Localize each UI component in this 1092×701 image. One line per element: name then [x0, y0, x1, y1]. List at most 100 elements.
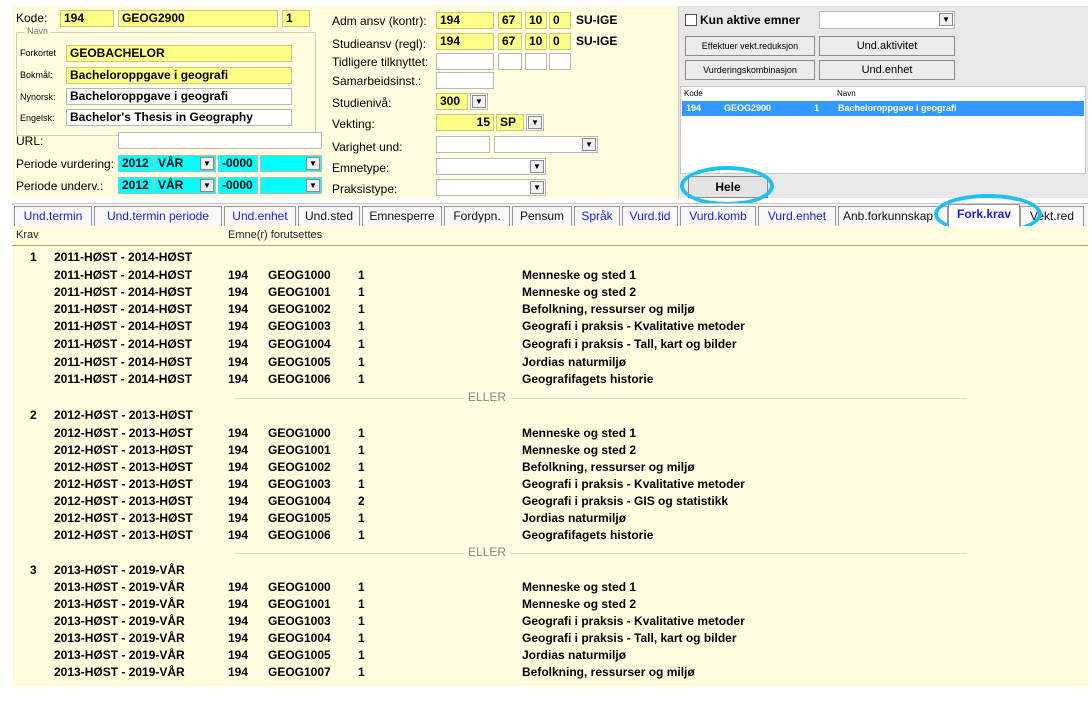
und-aktivitet-button[interactable]: Und.aktivitet [819, 36, 955, 56]
kode-emne-field[interactable]: GEOG2900 [118, 10, 278, 27]
stud-inst-field[interactable]: 194 [436, 33, 494, 50]
periode-vurdering-term-select[interactable]: VÅR ▼ [154, 155, 216, 172]
forkortet-field[interactable]: GEOBACHELOR [66, 45, 292, 62]
adm-ansv-label: Adm ansv (kontr): [332, 14, 427, 28]
chevron-down-icon: ▼ [200, 157, 214, 170]
chevron-down-icon: ▼ [582, 138, 596, 151]
und-enhet-button[interactable]: Und.enhet [819, 60, 955, 80]
tab-emnesperre[interactable]: Emnesperre [362, 206, 442, 226]
list-item-versjon: 1 [814, 103, 820, 113]
chevron-down-icon: ▼ [200, 179, 214, 192]
eller-label: ELLER [464, 390, 511, 404]
tidligere-inst2-field[interactable] [525, 53, 547, 70]
tidligere-inst-field[interactable] [436, 53, 494, 70]
bokmal-label: Bokmål: [20, 70, 53, 80]
emne-filter-select[interactable]: ▼ [819, 11, 955, 29]
adm-enhet-code: SU-IGE [576, 13, 618, 27]
column-header-emner: Emne(r) forutsettes [228, 229, 323, 241]
list-item[interactable]: 194 GEOG2900 1 Bacheloroppgave i geograf… [682, 101, 1084, 116]
vekting-unit-select[interactable]: ▼ [526, 114, 544, 131]
tab-und-enhet[interactable]: Und.enhet [224, 206, 296, 226]
list-head-navn: Navn [837, 89, 856, 98]
engelsk-field[interactable]: Bachelor's Thesis in Geography [66, 109, 292, 126]
list-item-navn: Bacheloroppgave i geografi [838, 103, 957, 113]
tab-vurd-enhet[interactable]: Vurd.enhet [758, 206, 836, 226]
studieniva-select[interactable]: ▼ [470, 93, 488, 110]
tab-und-termin-periode[interactable]: Und.termin periode [94, 206, 222, 226]
header-divider [12, 245, 1088, 246]
chevron-down-icon: ▼ [530, 181, 544, 194]
chevron-down-icon: ▼ [528, 116, 542, 129]
tab-und-termin[interactable]: Und.termin [14, 206, 92, 226]
forkortet-label: Forkortet [20, 48, 57, 58]
tab-pensum[interactable]: Pensum [512, 206, 572, 226]
nynorsk-label: Nynorsk: [20, 92, 56, 102]
periode-underv-year[interactable]: 2012 [118, 177, 154, 194]
tidligere-gr-field[interactable] [549, 53, 571, 70]
periode-vurdering-end-select[interactable]: ▼ [260, 155, 322, 172]
samarbeidsinst-label: Samarbeidsinst.: [332, 74, 422, 88]
samarbeidsinst-field[interactable] [436, 72, 494, 89]
bokmal-field[interactable]: Bacheloroppgave i geografi [66, 67, 292, 84]
effektuer-vekt-reduksjon-button[interactable]: Effektuer vekt.reduksjon [685, 36, 815, 56]
tab-vekt-red[interactable]: Vekt.red [1020, 206, 1084, 226]
chevron-down-icon: ▼ [472, 95, 486, 108]
periode-vurdering-year[interactable]: 2012 [118, 155, 154, 172]
stud-gr-field[interactable]: 0 [549, 33, 571, 50]
chevron-down-icon: ▼ [939, 13, 953, 26]
emne-details-panel: Kode: 194 GEOG2900 1 Navn Forkortet GEOB… [12, 6, 678, 198]
eller-separator [234, 398, 967, 399]
krav-number: 1 [30, 250, 37, 264]
kun-aktive-checkbox[interactable] [685, 14, 697, 26]
stud-fak-field[interactable]: 67 [498, 33, 522, 50]
tidligere-fak-field[interactable] [498, 53, 522, 70]
adm-inst-field[interactable]: 194 [436, 12, 494, 29]
studieniva-field[interactable]: 300 [436, 93, 468, 110]
praksistype-label: Praksistype: [332, 182, 398, 196]
praksistype-select[interactable]: ▼ [436, 179, 546, 196]
chevron-down-icon: ▼ [306, 157, 320, 170]
periode-underv-term-select[interactable]: VÅR ▼ [154, 177, 216, 194]
nynorsk-field[interactable]: Bacheloroppgave i geografi [66, 88, 292, 105]
periode-vurdering-label: Periode vurdering: [16, 157, 115, 171]
krav-period: 2012-HØST - 2013-HØST [54, 408, 193, 422]
studieniva-label: Studienivå: [332, 96, 392, 110]
kun-aktive-label: Kun aktive emner [700, 13, 801, 27]
vekting-field[interactable]: 15 [436, 114, 494, 131]
column-header-krav: Krav [16, 229, 39, 241]
tab-bar: Und.termin Und.termin periode Und.enhet … [12, 203, 1088, 227]
tab-und-sted[interactable]: Und.sted [298, 206, 360, 226]
stud-inst2-field[interactable]: 10 [525, 33, 547, 50]
forkunnskapskrav-list: Krav Emne(r) forutsettes 1 2011-HØST - 2… [12, 226, 1088, 687]
eller-label: ELLER [464, 545, 511, 559]
kode-label: Kode: [16, 11, 48, 25]
adm-inst2-field[interactable]: 10 [525, 12, 547, 29]
hele-button[interactable]: Hele [688, 176, 768, 198]
varighet-select[interactable]: ▼ [494, 136, 598, 153]
eller-separator [234, 553, 967, 554]
tab-vurd-komb[interactable]: Vurd.komb [680, 206, 756, 226]
tidligere-tilknyttet-label: Tidligere tilknyttet: [332, 55, 429, 69]
engelsk-label: Engelsk: [20, 113, 55, 123]
tab-fordypn[interactable]: Fordypn. [444, 206, 510, 226]
kode-versjon-field[interactable]: 1 [282, 10, 310, 27]
periode-underv-end[interactable]: -0000 [218, 177, 258, 194]
vurderingskombinasjon-button[interactable]: Vurderingskombinasjon [685, 60, 815, 80]
vekting-unit-field[interactable]: SP [496, 114, 524, 131]
kode-inst-field[interactable]: 194 [60, 10, 114, 27]
chevron-down-icon: ▼ [306, 179, 320, 192]
tab-fork-krav[interactable]: Fork.krav [948, 204, 1020, 227]
tab-vurd-tid[interactable]: Vurd.tid [622, 206, 678, 226]
stud-enhet-code: SU-IGE [576, 34, 618, 48]
periode-underv-end-select[interactable]: ▼ [260, 177, 322, 194]
vekting-label: Vekting: [332, 117, 375, 131]
emnetype-select[interactable]: ▼ [436, 158, 546, 175]
adm-fak-field[interactable]: 67 [498, 12, 522, 29]
tab-sprak[interactable]: Språk [574, 206, 620, 226]
tab-anb-forkunnskap[interactable]: Anb.forkunnskap [838, 206, 948, 226]
periode-vurdering-end[interactable]: -0000 [218, 155, 258, 172]
adm-gr-field[interactable]: 0 [549, 12, 571, 29]
url-field[interactable] [118, 132, 322, 149]
varighet-field[interactable] [436, 136, 490, 153]
url-label: URL: [16, 134, 44, 148]
